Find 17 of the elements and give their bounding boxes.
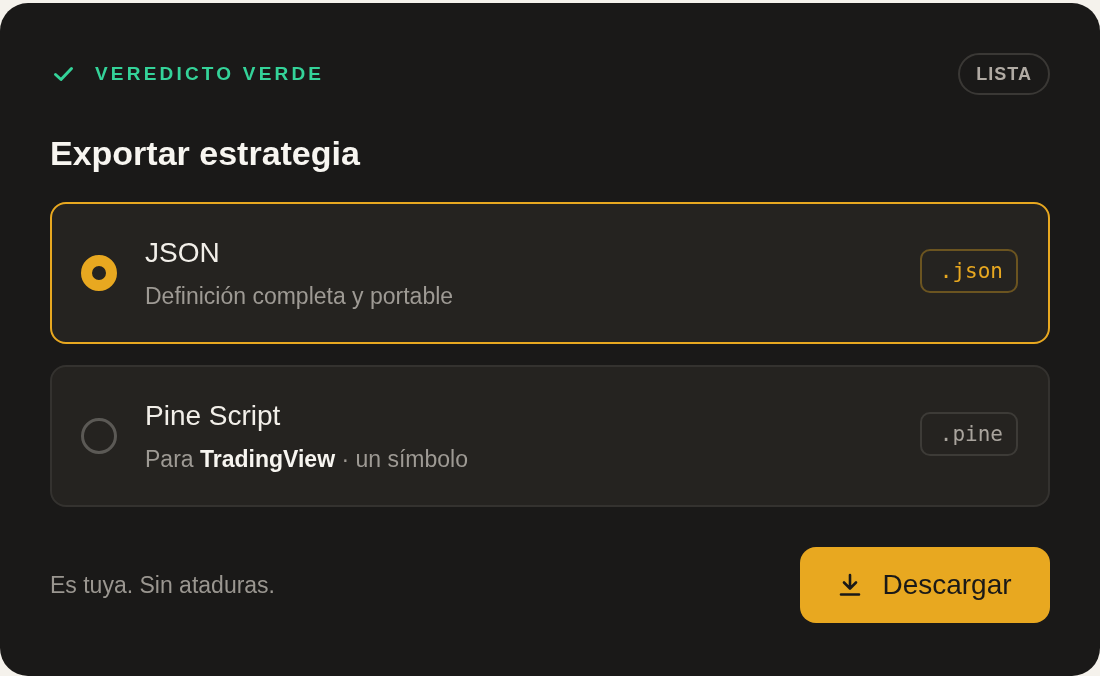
- status-badge: LISTA: [958, 53, 1050, 95]
- format-option[interactable]: Pine Script Para TradingView · un símbolo .pine: [50, 365, 1050, 507]
- option-title: JSON: [145, 236, 221, 270]
- option-description: Para TradingView · un símbolo: [145, 445, 469, 473]
- format-option[interactable]: JSON Definición completa y portable .json: [50, 202, 1050, 344]
- footer-note: Es tuya. Sin ataduras.: [50, 571, 275, 599]
- extension-tag: .pine: [919, 412, 1018, 456]
- download-icon: [838, 573, 863, 597]
- radio-icon[interactable]: [81, 418, 117, 454]
- card-title: Exportar estrategia: [50, 133, 361, 173]
- download-button[interactable]: Descargar: [800, 547, 1050, 623]
- option-title: Pine Script: [145, 399, 282, 433]
- check-icon: [53, 66, 74, 82]
- radio-icon[interactable]: [81, 255, 117, 291]
- extension-tag: .json: [919, 249, 1018, 293]
- option-description: Definición completa y portable: [145, 282, 455, 310]
- verdict-label: VEREDICTO VERDE: [95, 63, 325, 85]
